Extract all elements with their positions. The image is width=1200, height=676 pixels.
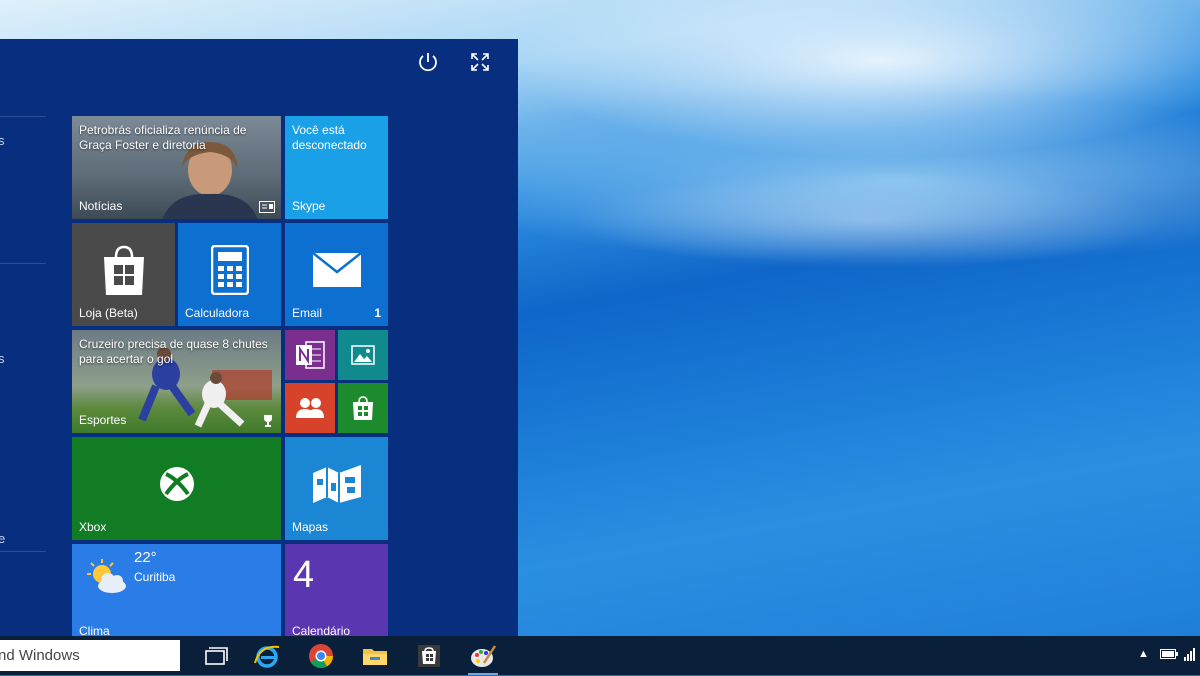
tile-calculator[interactable]: Calculadora xyxy=(178,223,281,326)
store-bag-icon xyxy=(103,246,144,296)
taskbar: nd Windows ▲ xyxy=(0,636,1200,675)
paint-icon[interactable] xyxy=(468,641,498,675)
store-taskbar-icon[interactable] xyxy=(414,641,444,671)
calendar-label: Calendário xyxy=(292,624,351,636)
people-icon xyxy=(296,398,324,418)
sports-headline: Cruzeiro precisa de quase 8 chutes para … xyxy=(79,337,268,366)
left-item-fragment[interactable]: e xyxy=(0,531,5,546)
tile-email[interactable]: Email 1 xyxy=(285,223,388,326)
tile-skype[interactable]: Você está desconectado Skype xyxy=(285,116,388,219)
mail-icon xyxy=(311,252,362,288)
store-bag-icon xyxy=(353,396,373,420)
tile-news[interactable]: Petrobrás oficializa renúncia de Graça F… xyxy=(72,116,281,219)
left-item-fragment[interactable]: s xyxy=(0,351,5,366)
power-icon[interactable] xyxy=(416,50,440,74)
calendar-day: 4 xyxy=(293,554,315,596)
tile-photos[interactable] xyxy=(338,330,388,380)
tile-people[interactable] xyxy=(285,383,335,433)
search-box[interactable]: nd Windows xyxy=(0,640,180,671)
tile-calendar[interactable]: 4 Calendário xyxy=(285,544,388,636)
news-headline: Petrobrás oficializa renúncia de Graça F… xyxy=(79,123,247,152)
tile-store-small[interactable] xyxy=(338,383,388,433)
left-separator xyxy=(0,263,46,264)
map-icon xyxy=(312,465,361,504)
onenote-icon xyxy=(296,341,325,369)
chrome-icon[interactable] xyxy=(306,641,336,671)
wallpaper-ridge xyxy=(520,150,1200,270)
left-separator xyxy=(0,116,46,117)
chevron-up-icon[interactable]: ▲ xyxy=(1138,648,1149,660)
skype-label: Skype xyxy=(292,199,326,213)
newspaper-icon xyxy=(259,201,275,213)
search-input[interactable]: nd Windows xyxy=(0,647,80,664)
internet-explorer-icon[interactable] xyxy=(252,641,282,671)
file-explorer-icon[interactable] xyxy=(360,641,390,671)
store-label: Loja (Beta) xyxy=(79,306,138,320)
weather-temperature: 22° xyxy=(134,549,157,566)
tile-maps[interactable]: Mapas xyxy=(285,437,388,540)
weather-label: Clima xyxy=(79,624,110,636)
task-view-icon[interactable] xyxy=(201,641,231,671)
calculator-label: Calculadora xyxy=(185,306,250,320)
left-item-fragment[interactable]: s xyxy=(0,133,5,148)
trophy-icon xyxy=(264,415,272,427)
sports-label: Esportes xyxy=(79,413,127,427)
battery-icon[interactable] xyxy=(1160,648,1178,663)
tile-store[interactable]: Loja (Beta) xyxy=(72,223,175,326)
xbox-label: Xbox xyxy=(79,520,107,534)
skype-status: Você está desconectado xyxy=(292,123,367,152)
tile-sports[interactable]: Cruzeiro precisa de quase 8 chutes para … xyxy=(72,330,281,433)
tile-onenote[interactable] xyxy=(285,330,335,380)
tile-weather[interactable]: 22° Curitiba Clima xyxy=(72,544,281,636)
xbox-icon xyxy=(159,467,194,502)
start-menu: s s e Petrobrás oficializa renúncia de G… xyxy=(0,39,518,636)
tile-xbox[interactable]: Xbox xyxy=(72,437,281,540)
email-unread-badge: 1 xyxy=(374,306,381,320)
news-label: Notícias xyxy=(79,199,123,213)
left-separator xyxy=(0,551,46,552)
partly-sunny-icon xyxy=(87,559,126,593)
weather-city: Curitiba xyxy=(134,570,176,584)
calculator-icon xyxy=(210,245,249,296)
maps-label: Mapas xyxy=(292,520,329,534)
expand-icon[interactable] xyxy=(468,50,492,74)
photos-icon xyxy=(351,345,375,365)
email-label: Email xyxy=(292,306,323,320)
network-icon[interactable] xyxy=(1184,647,1198,664)
